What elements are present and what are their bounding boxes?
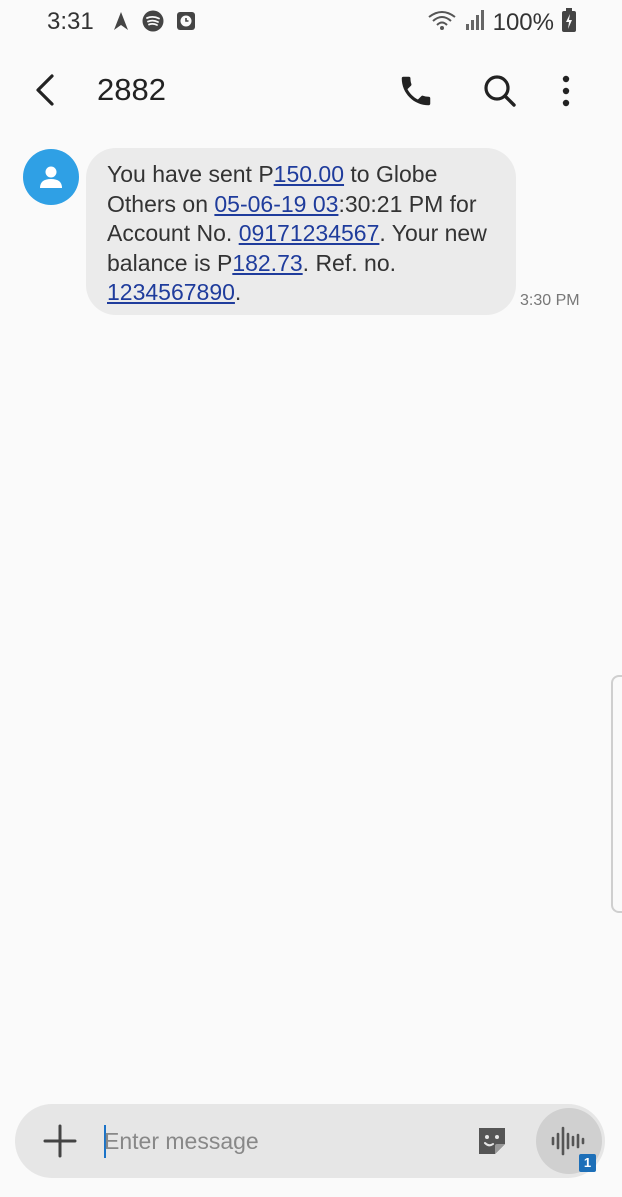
scrollbar-handle[interactable] [611, 675, 622, 913]
back-button[interactable] [28, 70, 64, 110]
status-time: 3:31 [47, 8, 94, 35]
back-arrow-icon [36, 74, 54, 106]
more-options-button[interactable] [554, 72, 578, 110]
phone-icon [401, 76, 431, 106]
call-button[interactable] [397, 72, 435, 110]
message-input[interactable] [104, 1119, 454, 1163]
conversation-title: 2882 [97, 72, 166, 107]
attach-button[interactable] [41, 1122, 79, 1160]
sim-slot-badge: 1 [579, 1154, 596, 1172]
search-icon [484, 75, 516, 107]
message-timestamp: 3:30 PM [520, 292, 580, 309]
signal-icon [465, 9, 485, 36]
battery-charging-icon [562, 8, 576, 37]
conversation-header: 2882 [0, 56, 622, 126]
clock-icon [176, 11, 196, 36]
sticker-button[interactable] [475, 1124, 509, 1158]
account-number-link[interactable]: 09171234567 [239, 220, 380, 246]
reference-number-link[interactable]: 1234567890 [107, 279, 235, 305]
search-button[interactable] [481, 72, 519, 110]
person-icon [40, 166, 62, 188]
battery-percent: 100% [492, 8, 554, 36]
message-text: You have sent P [107, 161, 274, 187]
date-link[interactable]: 05-06-19 03 [214, 191, 338, 217]
amount-link[interactable]: 150.00 [274, 161, 344, 187]
sticker-icon [479, 1128, 505, 1154]
status-bar: 3:31 100% [0, 0, 622, 44]
contact-avatar[interactable] [23, 149, 79, 205]
spotify-icon [142, 10, 164, 37]
message-composer [15, 1104, 605, 1178]
plus-icon [43, 1124, 77, 1158]
wifi-icon [427, 9, 457, 36]
balance-link[interactable]: 182.73 [232, 250, 302, 276]
message-text: . [234, 279, 242, 305]
message-text: . Ref. no. [302, 249, 396, 276]
navigation-icon [112, 11, 130, 36]
more-vert-icon [562, 75, 570, 107]
message-bubble[interactable]: You have sent P150.00 to Globe Others on… [86, 148, 516, 315]
